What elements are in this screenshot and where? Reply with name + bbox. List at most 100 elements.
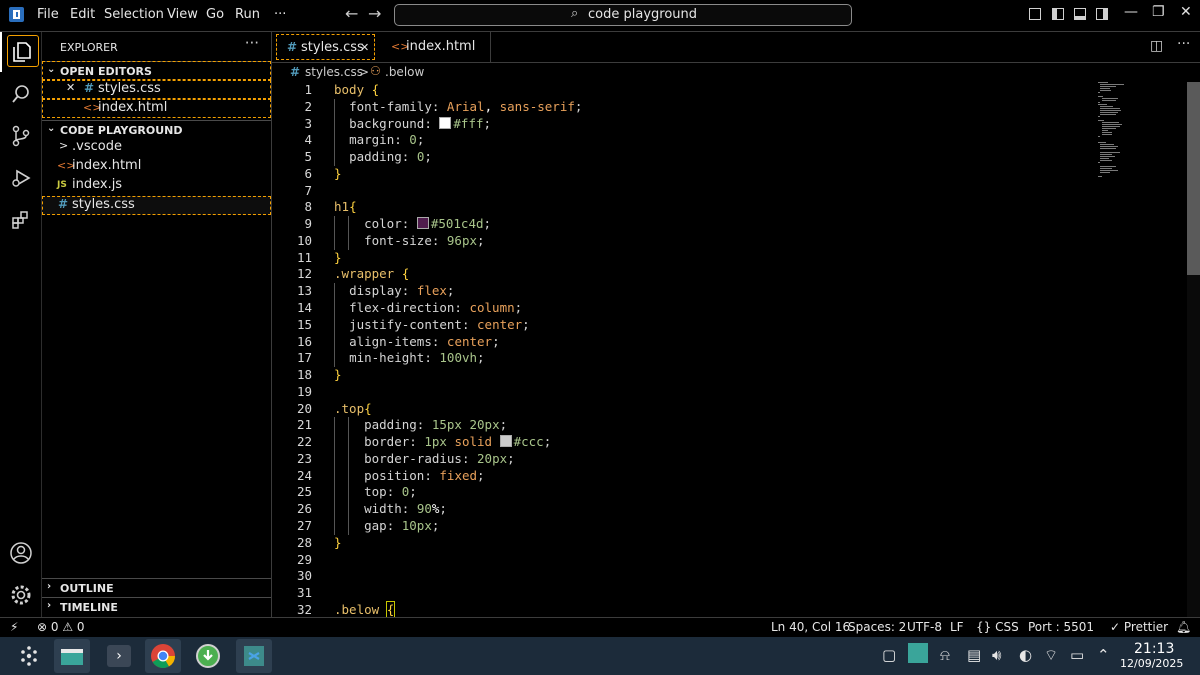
workspace-indicator[interactable] <box>908 643 928 663</box>
code-line[interactable]: background: #fff; <box>334 116 491 131</box>
back-arrow-icon[interactable]: ← <box>345 4 358 23</box>
end-of-line[interactable]: LF <box>950 620 964 634</box>
run-debug-icon[interactable] <box>0 158 41 198</box>
encoding[interactable]: UTF-8 <box>907 620 942 634</box>
command-center-search[interactable]: ⌕ code playground <box>394 4 852 26</box>
forward-arrow-icon[interactable]: → <box>368 4 381 23</box>
code-line[interactable]: h1{ <box>334 199 357 214</box>
tray-app-icon[interactable]: ◐ <box>1019 646 1032 664</box>
menu-run[interactable]: Run <box>235 7 260 22</box>
accounts-icon[interactable] <box>0 533 41 573</box>
code-line[interactable]: min-height: 100vh; <box>334 350 485 365</box>
code-line[interactable]: justify-content: center; <box>334 317 530 332</box>
code-line[interactable]: display: flex; <box>334 283 454 298</box>
tray-expand-icon[interactable]: ⌃ <box>1097 646 1110 664</box>
extensions-icon[interactable] <box>0 200 41 240</box>
timeline-header[interactable]: › TIMELINE <box>42 597 271 616</box>
code-line[interactable]: font-size: 96px; <box>334 233 484 248</box>
code-line[interactable]: top: 0; <box>334 484 417 499</box>
close-window-icon[interactable]: ✕ <box>1180 4 1192 20</box>
indentation[interactable]: Spaces: 2 <box>848 620 906 634</box>
clock-time[interactable]: 21:13 <box>1134 641 1174 657</box>
downloader-app-icon[interactable] <box>190 639 226 673</box>
code-line[interactable]: font-family: Arial, sans-serif; <box>334 99 582 114</box>
code-line[interactable]: } <box>334 367 342 382</box>
scrollbar-thumb[interactable] <box>1187 82 1200 275</box>
search-activity-icon[interactable] <box>0 74 41 114</box>
project-header[interactable]: ⌄ CODE PLAYGROUND <box>42 120 271 139</box>
code-line[interactable]: border: 1px solid #ccc; <box>334 434 551 449</box>
menu-view[interactable]: View <box>167 7 198 22</box>
code-line[interactable]: } <box>334 166 342 181</box>
tab-styles-css[interactable]: # styles.css ✕ <box>276 34 375 60</box>
source-control-icon[interactable] <box>0 116 41 156</box>
tree-item-file[interactable]: <> index.html <box>42 157 271 176</box>
toggle-panel-icon[interactable] <box>1074 8 1086 20</box>
code-line[interactable]: color: #501c4d; <box>334 216 491 231</box>
chrome-app-icon[interactable] <box>145 639 181 673</box>
restore-icon[interactable]: ❐ <box>1152 4 1165 20</box>
code-line[interactable]: border-radius: 20px; <box>334 451 515 466</box>
files-app-icon[interactable] <box>54 639 90 673</box>
breadcrumb-file[interactable]: styles.css <box>305 65 363 79</box>
volume-icon[interactable]: 🔊︎ <box>992 646 1001 664</box>
tree-item-folder[interactable]: > .vscode <box>42 138 271 157</box>
code-line[interactable]: padding: 0; <box>334 149 432 164</box>
clipboard-icon[interactable]: ▤ <box>967 646 981 664</box>
code-line[interactable]: .below { <box>334 600 396 617</box>
code-line[interactable]: position: fixed; <box>334 468 484 483</box>
code-line[interactable]: align-items: center; <box>334 334 500 349</box>
tree-item-file-selected[interactable]: # styles.css <box>42 196 271 215</box>
code-editor[interactable]: 1 body {2 font-family: Arial, sans-serif;… <box>272 82 1200 617</box>
explorer-activity-icon[interactable] <box>0 32 41 72</box>
close-icon[interactable]: ✕ <box>360 41 369 54</box>
wifi-icon[interactable]: ⌔ <box>1044 646 1058 665</box>
prettier-status[interactable]: ✓ Prettier <box>1110 620 1168 634</box>
overview-icon[interactable]: ▢ <box>882 646 896 664</box>
terminal-app-icon[interactable]: › <box>101 639 137 673</box>
language-mode[interactable]: {} CSS <box>976 620 1019 634</box>
open-editors-header[interactable]: ⌄ OPEN EDITORS <box>42 61 271 80</box>
remote-icon[interactable]: ⚡ <box>10 620 18 634</box>
battery-icon[interactable]: ▭ <box>1070 646 1084 664</box>
clock-date[interactable]: 12/09/2025 <box>1120 657 1183 670</box>
notifications-bell-icon[interactable]: 🔔︎ <box>1176 620 1191 634</box>
code-line[interactable]: .wrapper { <box>334 266 409 281</box>
menu-more[interactable]: ··· <box>274 7 286 22</box>
code-line[interactable]: body { <box>334 82 379 97</box>
open-editor-item[interactable]: ✕ # styles.css <box>42 80 271 99</box>
menu-go[interactable]: Go <box>206 7 224 22</box>
code-line[interactable]: width: 90%; <box>334 501 447 516</box>
tab-index-html[interactable]: <> index.html <box>375 32 491 62</box>
close-icon[interactable]: ✕ <box>66 81 75 94</box>
code-line[interactable]: margin: 0; <box>334 132 424 147</box>
vscode-app-icon[interactable] <box>236 639 272 673</box>
breadcrumb-symbol[interactable]: .below <box>385 65 424 79</box>
menu-edit[interactable]: Edit <box>70 7 95 22</box>
menu-selection[interactable]: Selection <box>104 7 164 22</box>
tree-item-file[interactable]: JS index.js <box>42 176 271 195</box>
launcher-icon[interactable] <box>11 639 47 673</box>
more-actions-icon[interactable]: ··· <box>1177 36 1190 52</box>
customize-layout-icon[interactable] <box>1029 8 1041 20</box>
code-line[interactable]: .top{ <box>334 401 372 416</box>
code-line[interactable]: padding: 15px 20px; <box>334 417 507 432</box>
toggle-primary-sidebar-icon[interactable] <box>1052 8 1064 20</box>
split-editor-icon[interactable]: ◫ <box>1150 38 1163 54</box>
menu-file[interactable]: File <box>37 7 59 22</box>
explorer-more-icon[interactable]: ··· <box>245 34 259 52</box>
code-line[interactable]: } <box>334 250 342 265</box>
minimize-icon[interactable]: — <box>1124 4 1138 20</box>
live-server-port[interactable]: Port : 5501 <box>1028 620 1094 634</box>
manage-gear-icon[interactable] <box>0 575 41 615</box>
notification-icon[interactable]: ⍾ <box>940 646 950 664</box>
code-line[interactable]: } <box>334 535 342 550</box>
code-line[interactable]: gap: 10px; <box>334 518 439 533</box>
open-editor-item[interactable]: <> index.html <box>42 99 271 118</box>
cursor-position[interactable]: Ln 40, Col 16 <box>771 620 850 634</box>
outline-header[interactable]: › OUTLINE <box>42 578 271 597</box>
problems-indicator[interactable]: ⊗ 0 ⚠ 0 <box>37 620 85 634</box>
toggle-secondary-sidebar-icon[interactable] <box>1096 8 1108 20</box>
code-line[interactable]: flex-direction: column; <box>334 300 522 315</box>
minimap[interactable] <box>1096 82 1130 182</box>
